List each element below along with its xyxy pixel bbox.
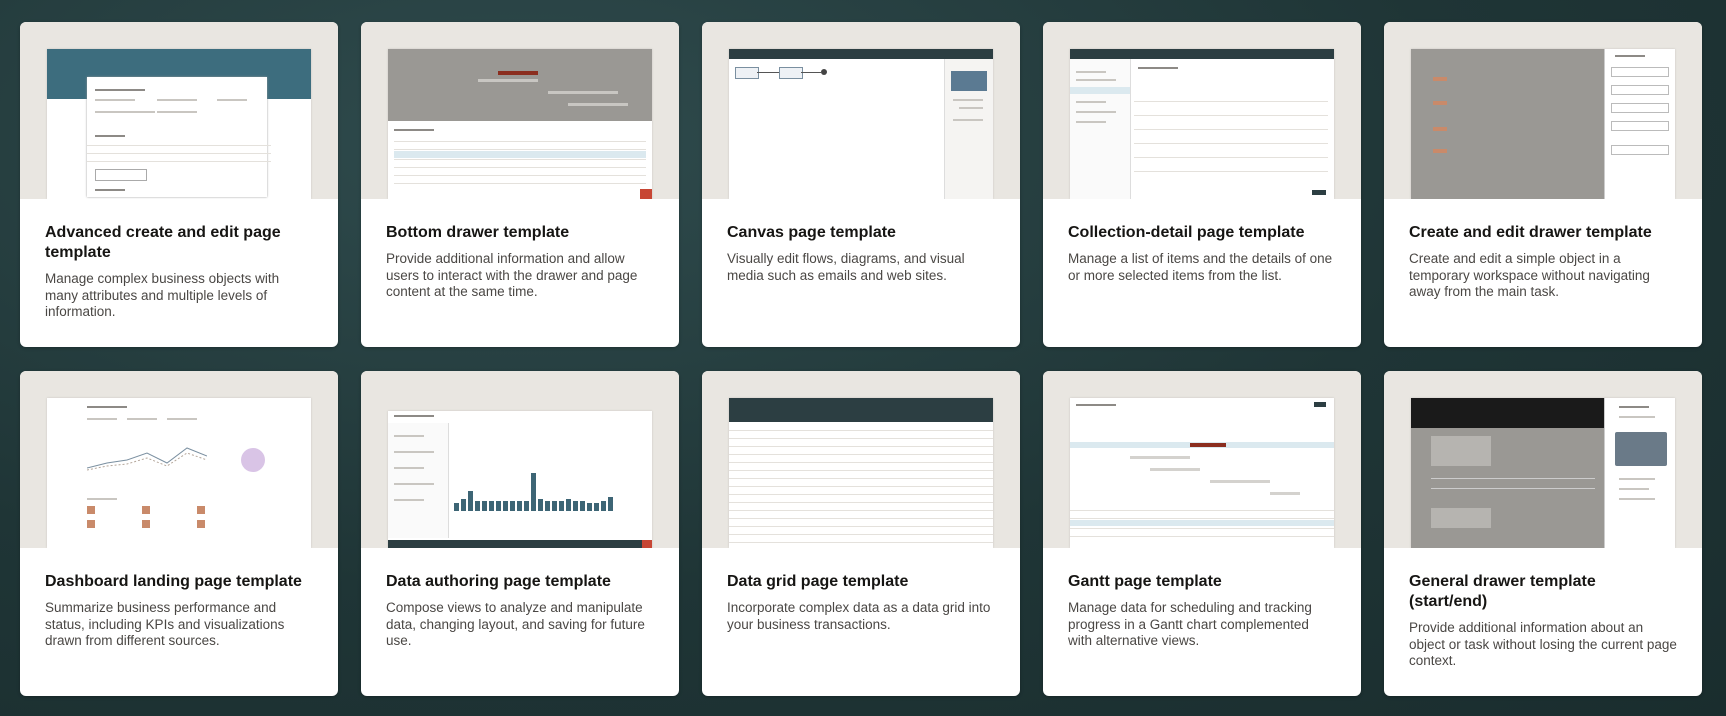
card-title: Bottom drawer template — [386, 224, 570, 241]
card-general-drawer[interactable]: General drawer template (start/end) Prov… — [1384, 371, 1702, 696]
card-title: Canvas page template — [727, 224, 896, 241]
card-create-edit-drawer[interactable]: Create and edit drawer template Create a… — [1384, 22, 1702, 347]
line-chart-icon — [87, 447, 207, 471]
card-bottom-drawer[interactable]: Bottom drawer template Provide additiona… — [361, 22, 679, 347]
thumbnail-create-edit-drawer — [1384, 22, 1702, 199]
card-title: Create and edit drawer template — [1409, 224, 1652, 241]
card-advanced-create-edit[interactable]: Advanced create and edit page template M… — [20, 22, 338, 347]
thumbnail-data-authoring — [361, 371, 679, 548]
card-title: Data authoring page template — [386, 573, 611, 590]
card-description: Incorporate complex data as a data grid … — [727, 600, 991, 632]
card-description: Provide additional information about an … — [1409, 620, 1677, 668]
card-title: Collection-detail page template — [1068, 224, 1305, 241]
card-description: Manage complex business objects with man… — [45, 271, 280, 319]
card-title: Advanced create and edit page template — [45, 224, 281, 261]
card-description: Visually edit flows, diagrams, and visua… — [727, 251, 965, 283]
thumbnail-dashboard-landing — [20, 371, 338, 548]
card-title: General drawer template (start/end) — [1409, 573, 1596, 610]
card-dashboard-landing[interactable]: Dashboard landing page template Summariz… — [20, 371, 338, 696]
card-title: Data grid page template — [727, 573, 909, 590]
card-description: Provide additional information and allow… — [386, 251, 638, 299]
thumbnail-bottom-drawer — [361, 22, 679, 199]
thumbnail-gantt — [1043, 371, 1361, 548]
thumbnail-advanced-create-edit — [20, 22, 338, 199]
card-description: Manage data for scheduling and tracking … — [1068, 600, 1312, 648]
card-collection-detail[interactable]: Collection-detail page template Manage a… — [1043, 22, 1361, 347]
thumbnail-data-grid — [702, 371, 1020, 548]
thumbnail-collection-detail — [1043, 22, 1361, 199]
thumbnail-general-drawer — [1384, 371, 1702, 548]
card-gantt[interactable]: Gantt page template Manage data for sche… — [1043, 371, 1361, 696]
card-canvas-page[interactable]: Canvas page template Visually edit flows… — [702, 22, 1020, 347]
card-title: Gantt page template — [1068, 573, 1222, 590]
card-description: Manage a list of items and the details o… — [1068, 251, 1333, 283]
card-data-grid[interactable]: Data grid page template Incorporate comp… — [702, 371, 1020, 696]
card-description: Create and edit a simple object in a tem… — [1409, 251, 1650, 299]
card-title: Dashboard landing page template — [45, 573, 302, 590]
template-card-grid: Advanced create and edit page template M… — [20, 22, 1702, 696]
bar-chart-icon — [454, 473, 613, 511]
card-data-authoring[interactable]: Data authoring page template Compose vie… — [361, 371, 679, 696]
card-description: Summarize business performance and statu… — [45, 600, 285, 648]
card-description: Compose views to analyze and manipulate … — [386, 600, 645, 648]
thumbnail-canvas-page — [702, 22, 1020, 199]
